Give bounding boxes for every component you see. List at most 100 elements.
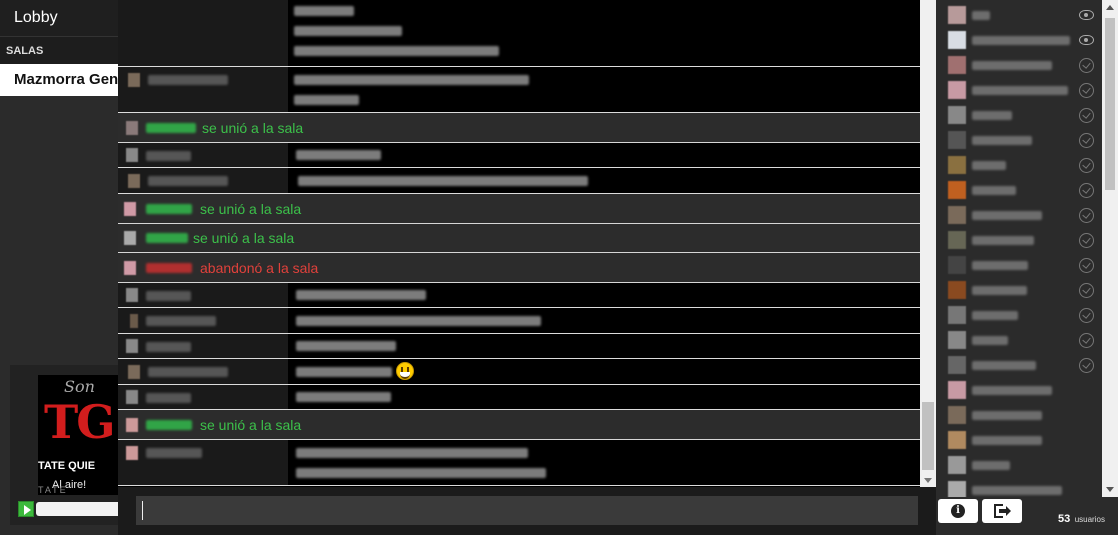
radio-progress-bar[interactable] [36, 502, 118, 516]
user-avatar [126, 288, 138, 302]
message-text [288, 0, 920, 66]
user-list-item[interactable] [936, 253, 1102, 278]
join-event: se unió a la sala [118, 194, 920, 224]
message-author-cell [118, 359, 288, 384]
check-circle-icon [1079, 108, 1094, 123]
chat-scrollbar-thumb[interactable] [922, 402, 934, 470]
user-avatar [126, 121, 138, 135]
chat-message [118, 440, 920, 486]
smiley-emoji-icon [396, 362, 414, 380]
user-list-item[interactable] [936, 453, 1102, 478]
scroll-down-arrow-icon[interactable] [1106, 487, 1114, 492]
message-author-cell [118, 67, 288, 112]
event-username [146, 204, 192, 214]
rooms-sidebar: Lobby SALAS Mazmorra Gene Son TG TATE QU… [0, 0, 118, 535]
chat-scrollbar[interactable] [920, 0, 936, 487]
event-text: se unió a la sala [200, 417, 302, 433]
user-list-item[interactable] [936, 203, 1102, 228]
chat-message [118, 168, 920, 194]
join-event: se unió a la sala [118, 410, 920, 440]
check-circle-icon [1079, 133, 1094, 148]
user-list-item[interactable] [936, 428, 1102, 453]
user-name [972, 386, 1052, 395]
user-list [936, 0, 1102, 497]
user-avatar [948, 156, 966, 174]
message-author [146, 316, 216, 326]
user-avatar [948, 131, 966, 149]
user-avatar [948, 231, 966, 249]
message-author-cell [118, 308, 288, 333]
user-avatar [948, 431, 966, 449]
user-avatar [124, 261, 136, 275]
user-list-item[interactable] [936, 78, 1102, 103]
user-name [972, 236, 1034, 245]
user-count: 53 usuarios [1058, 509, 1105, 527]
user-avatar [128, 365, 140, 379]
user-list-item[interactable] [936, 178, 1102, 203]
message-author-cell [118, 440, 288, 485]
check-circle-icon [1079, 258, 1094, 273]
user-list-item[interactable] [936, 378, 1102, 403]
message-author [148, 367, 228, 377]
room-info-button[interactable]: i [938, 499, 978, 523]
user-list-item[interactable] [936, 128, 1102, 153]
user-name [972, 36, 1070, 45]
chat-panel: se unió a la sala se unió a la sala se u… [118, 0, 936, 535]
lobby-link[interactable]: Lobby [0, 0, 118, 36]
users-panel: i 53 usuarios [936, 0, 1118, 535]
user-list-item[interactable] [936, 228, 1102, 253]
user-avatar [126, 339, 138, 353]
message-text [288, 283, 920, 307]
user-avatar [948, 106, 966, 124]
leave-room-button[interactable] [982, 499, 1022, 523]
info-icon: i [951, 504, 965, 518]
message-text [288, 440, 920, 485]
text-caret [142, 501, 143, 520]
user-list-item[interactable] [936, 478, 1102, 497]
user-list-scrollbar[interactable] [1102, 0, 1118, 497]
check-circle-icon [1079, 308, 1094, 323]
event-username [146, 420, 192, 430]
user-list-item[interactable] [936, 328, 1102, 353]
user-list-item[interactable] [936, 278, 1102, 303]
chat-message [118, 0, 920, 67]
message-author-cell [118, 385, 288, 409]
user-avatar [124, 202, 136, 216]
play-icon[interactable] [18, 501, 34, 517]
user-list-item[interactable] [936, 353, 1102, 378]
user-avatar [126, 418, 138, 432]
eye-icon[interactable] [1079, 10, 1094, 20]
check-circle-icon [1079, 208, 1094, 223]
user-avatar [948, 256, 966, 274]
event-text: se unió a la sala [202, 120, 304, 136]
user-list-scrollbar-thumb[interactable] [1105, 18, 1115, 190]
scroll-down-arrow-icon[interactable] [924, 478, 932, 483]
user-avatar [128, 73, 140, 87]
user-avatar [948, 406, 966, 424]
chat-app: Lobby SALAS Mazmorra Gene Son TG TATE QU… [0, 0, 1118, 535]
event-text: se unió a la sala [200, 201, 302, 217]
user-list-item[interactable] [936, 53, 1102, 78]
room-item-mazmorra[interactable]: Mazmorra Gene [0, 64, 118, 96]
exit-icon [994, 504, 1011, 518]
user-list-item[interactable] [936, 103, 1102, 128]
user-avatar [948, 306, 966, 324]
user-name [972, 261, 1028, 270]
user-avatar [948, 56, 966, 74]
user-avatar [948, 6, 966, 24]
scroll-up-arrow-icon[interactable] [1106, 5, 1114, 10]
user-name [972, 461, 1010, 470]
user-list-item[interactable] [936, 403, 1102, 428]
user-name [972, 186, 1016, 195]
chat-message [118, 143, 920, 168]
eye-icon[interactable] [1079, 35, 1094, 45]
user-list-item[interactable] [936, 153, 1102, 178]
user-list-item[interactable] [936, 3, 1102, 28]
user-list-item[interactable] [936, 303, 1102, 328]
message-author-cell [118, 334, 288, 358]
check-circle-icon [1079, 158, 1094, 173]
user-name [972, 411, 1042, 420]
user-list-item[interactable] [936, 28, 1102, 53]
user-avatar [948, 456, 966, 474]
message-input[interactable] [136, 496, 918, 525]
